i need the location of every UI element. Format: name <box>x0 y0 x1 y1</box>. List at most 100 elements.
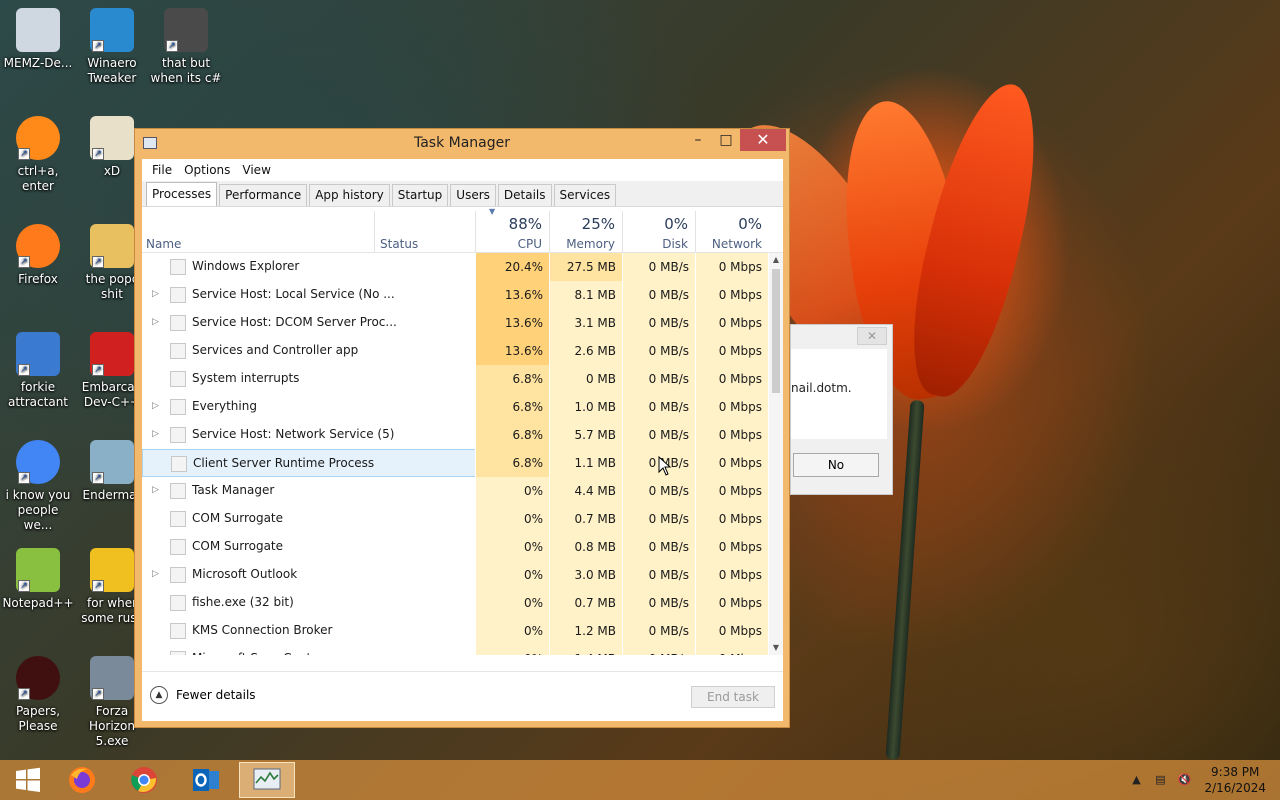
tab-performance[interactable]: Performance <box>219 184 308 206</box>
clock[interactable]: 9:38 PM 2/16/2024 <box>1204 764 1266 796</box>
vertical-scrollbar[interactable]: ▲ ▼ <box>769 253 783 655</box>
tab-app-history[interactable]: App history <box>309 184 390 206</box>
taskbar-outlook[interactable] <box>178 762 234 798</box>
process-row[interactable]: COM Surrogate 0% 0.7 MB 0 MB/s 0 Mbps <box>142 505 768 533</box>
memory-value: 5.7 MB <box>550 421 622 449</box>
desktop-shortcut[interactable]: ↗ Notepad++ <box>2 548 74 611</box>
devcpp-icon: ↗ <box>90 332 134 376</box>
disk-value: 0 MB/s <box>623 393 695 421</box>
memory-value: 1.0 MB <box>550 393 622 421</box>
column-name[interactable]: Name <box>146 237 181 251</box>
taskbar-firefox[interactable] <box>54 762 110 798</box>
column-status[interactable]: Status <box>380 237 418 251</box>
process-row[interactable]: Windows Explorer 20.4% 27.5 MB 0 MB/s 0 Mbps <box>142 253 768 281</box>
column-memory[interactable]: Memory <box>550 237 615 251</box>
volume-muted-icon[interactable]: 🔇 <box>1176 772 1192 788</box>
desktop-shortcut[interactable]: ↗ Papers, Please <box>2 656 74 734</box>
tab-details[interactable]: Details <box>497 184 552 206</box>
memory-value: 3.0 MB <box>550 561 622 589</box>
task-manager-window[interactable]: Task Manager – □ ✕ File Options View Pro… <box>134 128 790 728</box>
process-row[interactable]: COM Surrogate 0% 0.8 MB 0 MB/s 0 Mbps <box>142 533 768 561</box>
process-icon <box>170 651 186 655</box>
process-row[interactable]: ▷ Service Host: Network Service (5) 6.8% 5.… <box>142 421 768 449</box>
dialog-close-button[interactable]: ✕ <box>857 327 887 345</box>
maximize-button[interactable]: □ <box>712 129 740 151</box>
background-dialog[interactable]: ✕ nail.dotm. No <box>790 324 893 495</box>
desktop-shortcut[interactable]: ↗ that but when its c# <box>150 8 222 86</box>
show-hidden-icons-icon[interactable]: ▲ <box>1128 772 1144 788</box>
shortcut-arrow-icon: ↗ <box>92 688 104 700</box>
close-button[interactable]: ✕ <box>740 129 786 151</box>
process-name: COM Surrogate <box>192 511 284 525</box>
start-button[interactable] <box>0 762 56 798</box>
cpu-total[interactable]: 88% <box>476 215 542 233</box>
disk-value: 0 MB/s <box>623 253 695 281</box>
network-value: 0 Mbps <box>696 393 768 421</box>
expand-chevron-icon[interactable]: ▷ <box>152 485 159 495</box>
process-name: Service Host: DCOM Server Proc... <box>192 315 397 329</box>
shortcut-arrow-icon: ↗ <box>166 40 178 52</box>
process-row[interactable]: Services and Controller app 13.6% 2.6 MB 0 … <box>142 337 768 365</box>
desktop-shortcut[interactable]: ↗ ctrl+a, enter <box>2 116 74 194</box>
expand-chevron-icon[interactable]: ▷ <box>152 569 159 579</box>
tab-users[interactable]: Users <box>450 184 496 206</box>
process-row[interactable]: ▷ Everything 6.8% 1.0 MB 0 MB/s 0 Mbps <box>142 393 768 421</box>
process-row[interactable]: ▷ Service Host: Local Service (No ... 13.6… <box>142 281 768 309</box>
menu-view[interactable]: View <box>236 163 276 177</box>
process-row[interactable]: ▷ Microsoft Outlook 0% 3.0 MB 0 MB/s 0 Mbps <box>142 561 768 589</box>
memory-value: 1.2 MB <box>550 617 622 645</box>
process-row[interactable]: Microsoft Sync Center 0%1.4 MB0 MB/s0 Mbp… <box>142 645 768 655</box>
chrome-icon <box>131 767 157 793</box>
memory-total[interactable]: 25% <box>550 215 615 233</box>
column-cpu[interactable]: CPU <box>476 237 542 251</box>
process-name: Service Host: Local Service (No ... <box>192 287 395 301</box>
expand-chevron-icon[interactable]: ▷ <box>152 289 159 299</box>
network-icon[interactable]: ▤ <box>1152 772 1168 788</box>
process-row[interactable]: KMS Connection Broker 0% 1.2 MB 0 MB/s 0 Mbp… <box>142 617 768 645</box>
desktop-shortcut[interactable]: ↗ forkie attractant <box>2 332 74 410</box>
disk-total[interactable]: 0% <box>623 215 688 233</box>
outlook-icon <box>193 769 219 791</box>
column-network[interactable]: Network <box>696 237 762 251</box>
tab-services[interactable]: Services <box>553 184 617 206</box>
fewer-details-button[interactable]: ▲ Fewer details <box>150 686 256 704</box>
desktop-shortcut[interactable]: ↗ i know you people we... <box>2 440 74 533</box>
desktop-shortcut[interactable]: MEMZ-De... <box>2 8 74 71</box>
process-row[interactable]: fishe.exe (32 bit) 0% 0.7 MB 0 MB/s 0 Mbps <box>142 589 768 617</box>
chevron-up-icon: ▲ <box>150 686 168 704</box>
menu-file[interactable]: File <box>146 163 178 177</box>
desktop-shortcut-label: forkie attractant <box>7 380 69 409</box>
desktop-shortcut-label: MEMZ-De... <box>3 56 73 70</box>
network-total[interactable]: 0% <box>696 215 762 233</box>
tab-startup[interactable]: Startup <box>391 184 449 206</box>
expand-chevron-icon[interactable]: ▷ <box>152 429 159 439</box>
scroll-down-icon[interactable]: ▼ <box>769 641 783 655</box>
tab-processes[interactable]: Processes <box>146 182 218 206</box>
end-task-button[interactable]: End task <box>691 686 775 708</box>
taskbar-chrome[interactable] <box>116 762 172 798</box>
scroll-up-icon[interactable]: ▲ <box>769 253 783 267</box>
process-name: Microsoft Outlook <box>192 567 298 581</box>
memory-value: 0 MB <box>550 365 622 393</box>
title-bar[interactable]: Task Manager – □ ✕ <box>135 129 789 159</box>
memory-value: 2.6 MB <box>550 337 622 365</box>
dialog-no-button[interactable]: No <box>793 453 879 477</box>
process-row[interactable]: Client Server Runtime Process 6.8% 1.1 MB 0… <box>142 449 768 477</box>
process-row[interactable]: System interrupts 6.8% 0 MB 0 MB/s 0 Mbps <box>142 365 768 393</box>
process-icon <box>170 623 186 639</box>
taskbar-task-manager[interactable] <box>239 762 295 798</box>
process-icon <box>170 287 186 303</box>
expand-chevron-icon[interactable]: ▷ <box>152 317 159 327</box>
winaero-icon: ↗ <box>90 8 134 52</box>
cpu-value: 6.8% <box>476 421 549 449</box>
menu-options[interactable]: Options <box>178 163 236 177</box>
process-row[interactable]: ▷ Task Manager 0% 4.4 MB 0 MB/s 0 Mbps <box>142 477 768 505</box>
desktop-shortcut[interactable]: ↗ Winaero Tweaker <box>76 8 148 86</box>
desktop-shortcut[interactable]: ↗ Firefox <box>2 224 74 287</box>
expand-chevron-icon[interactable]: ▷ <box>152 401 159 411</box>
menu-bar: File Options View <box>142 159 783 181</box>
process-row[interactable]: ▷ Service Host: DCOM Server Proc... 13.6% 3… <box>142 309 768 337</box>
scroll-thumb[interactable] <box>772 269 780 393</box>
column-disk[interactable]: Disk <box>623 237 688 251</box>
minimize-button[interactable]: – <box>684 129 712 151</box>
